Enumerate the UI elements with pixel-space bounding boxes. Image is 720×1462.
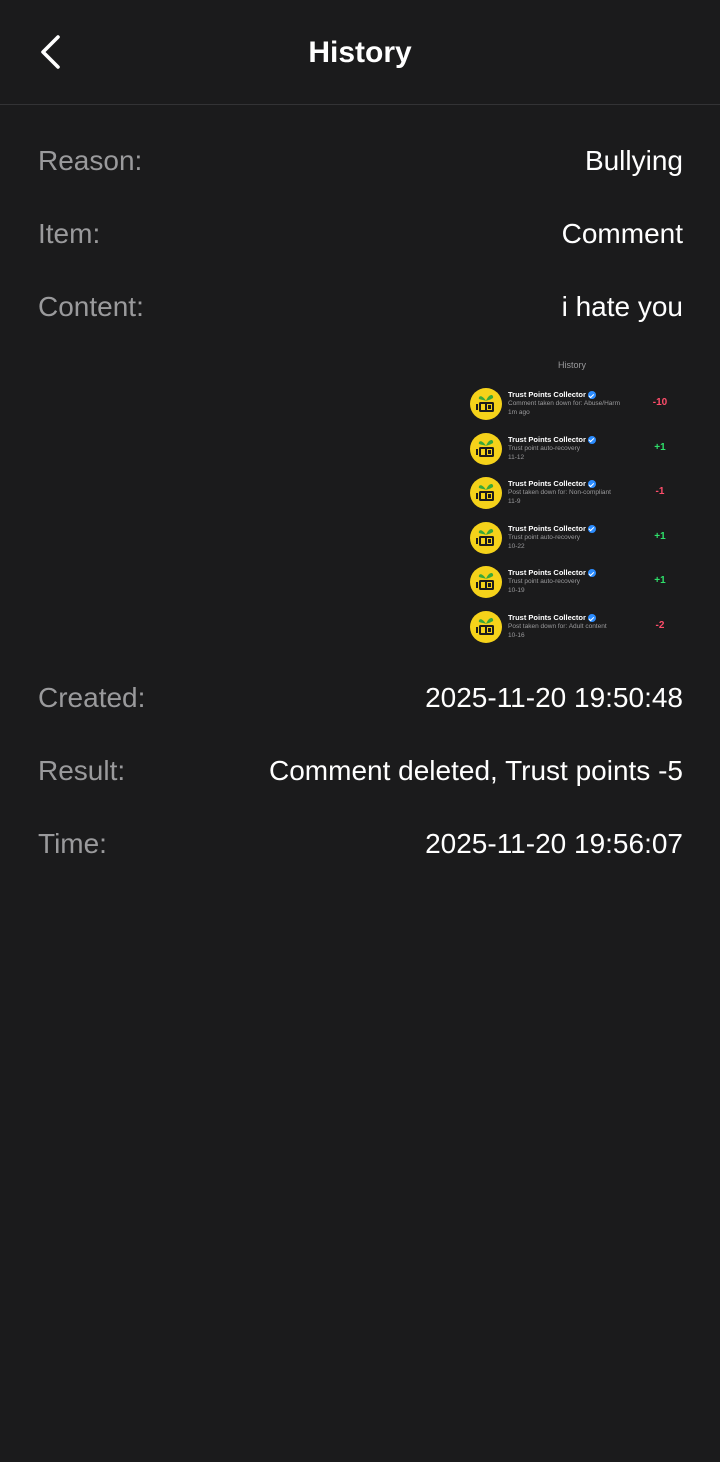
- attached-screenshot[interactable]: History Trust Points Collector Comment ta…: [460, 352, 684, 652]
- history-entry: Trust Points Collector Trust point auto-r…: [470, 521, 680, 556]
- created-label: Created:: [38, 682, 146, 713]
- verified-badge-icon: [587, 569, 596, 578]
- entry-points-delta: +1: [654, 530, 666, 542]
- entry-date: 11-12: [508, 453, 525, 461]
- collector-avatar-icon: [470, 566, 502, 599]
- item-row: Item: Comment: [38, 214, 683, 254]
- entry-description: Post taken down for: Adult content: [508, 623, 607, 630]
- entry-points-delta: -1: [655, 486, 665, 498]
- collector-avatar-icon: [470, 611, 502, 643]
- entry-description: Post taken down for: Non-compliant: [508, 489, 611, 497]
- content-row: Content: i hate you: [38, 287, 683, 327]
- entry-description: Comment taken down for: Abuse/Harm: [508, 400, 620, 407]
- created-value: 2025-11-20 19:50:48: [425, 682, 683, 713]
- result-label: Result:: [38, 755, 126, 786]
- entry-date: 10-22: [508, 542, 525, 550]
- entry-date: 10-16: [508, 632, 525, 639]
- collector-avatar-icon: [470, 388, 502, 420]
- entry-points-delta: +1: [654, 575, 666, 587]
- top-bar: History: [0, 0, 720, 105]
- history-entry: Trust Points Collector Trust point auto-r…: [470, 432, 680, 467]
- entry-date: 1m ago: [508, 409, 530, 416]
- entry-date: 10-19: [508, 587, 525, 595]
- entry-name: Trust Points Collector: [508, 435, 596, 444]
- entry-points-delta: -2: [655, 620, 665, 631]
- verified-badge-icon: [587, 614, 596, 623]
- collector-avatar-icon: [470, 432, 502, 465]
- entry-name: Trust Points Collector: [508, 524, 596, 533]
- reason-value: Bullying: [584, 145, 683, 176]
- entry-name: Trust Points Collector: [508, 390, 596, 400]
- entry-description: Trust point auto-recovery: [508, 578, 581, 586]
- history-entry: Trust Points Collector Post taken down fo…: [470, 611, 680, 645]
- content-label: Content:: [38, 291, 144, 322]
- entry-description: Trust point auto-recovery: [508, 533, 581, 541]
- entry-name: Trust Points Collector: [508, 613, 596, 623]
- entry-points-delta: +1: [654, 441, 666, 453]
- entry-name: Trust Points Collector: [508, 568, 596, 578]
- time-label: Time:: [38, 828, 107, 859]
- history-entry: Trust Points Collector Post taken down fo…: [470, 477, 680, 511]
- verified-badge-icon: [587, 480, 596, 489]
- reason-label: Reason:: [38, 145, 143, 176]
- content-value: i hate you: [561, 291, 683, 322]
- item-label: Item:: [38, 218, 101, 249]
- history-entry: Trust Points Collector Comment taken down…: [470, 388, 680, 422]
- item-value: Comment: [561, 218, 683, 249]
- result-row: Result: Comment deleted, Trust points -5: [38, 751, 683, 791]
- history-entry: Trust Points Collector Trust point auto-r…: [470, 566, 680, 600]
- collector-avatar-icon: [470, 521, 502, 554]
- reason-row: Reason: Bullying: [38, 141, 683, 181]
- entry-points-delta: -10: [652, 397, 668, 408]
- entry-name: Trust Points Collector: [508, 479, 596, 489]
- verified-badge-icon: [587, 391, 596, 400]
- entry-date: 11-9: [508, 498, 521, 506]
- verified-badge-icon: [587, 524, 596, 533]
- created-row: Created: 2025-11-20 19:50:48: [38, 678, 683, 718]
- screenshot-title: History: [557, 360, 586, 370]
- verified-badge-icon: [587, 435, 596, 444]
- page-title: History: [308, 36, 412, 69]
- time-value: 2025-11-20 19:56:07: [425, 828, 683, 859]
- collector-avatar-icon: [470, 477, 502, 510]
- time-row: Time: 2025-11-20 19:56:07: [38, 824, 683, 864]
- result-value: Comment deleted, Trust points -5: [269, 755, 683, 786]
- entry-description: Trust point auto-recovery: [508, 444, 581, 452]
